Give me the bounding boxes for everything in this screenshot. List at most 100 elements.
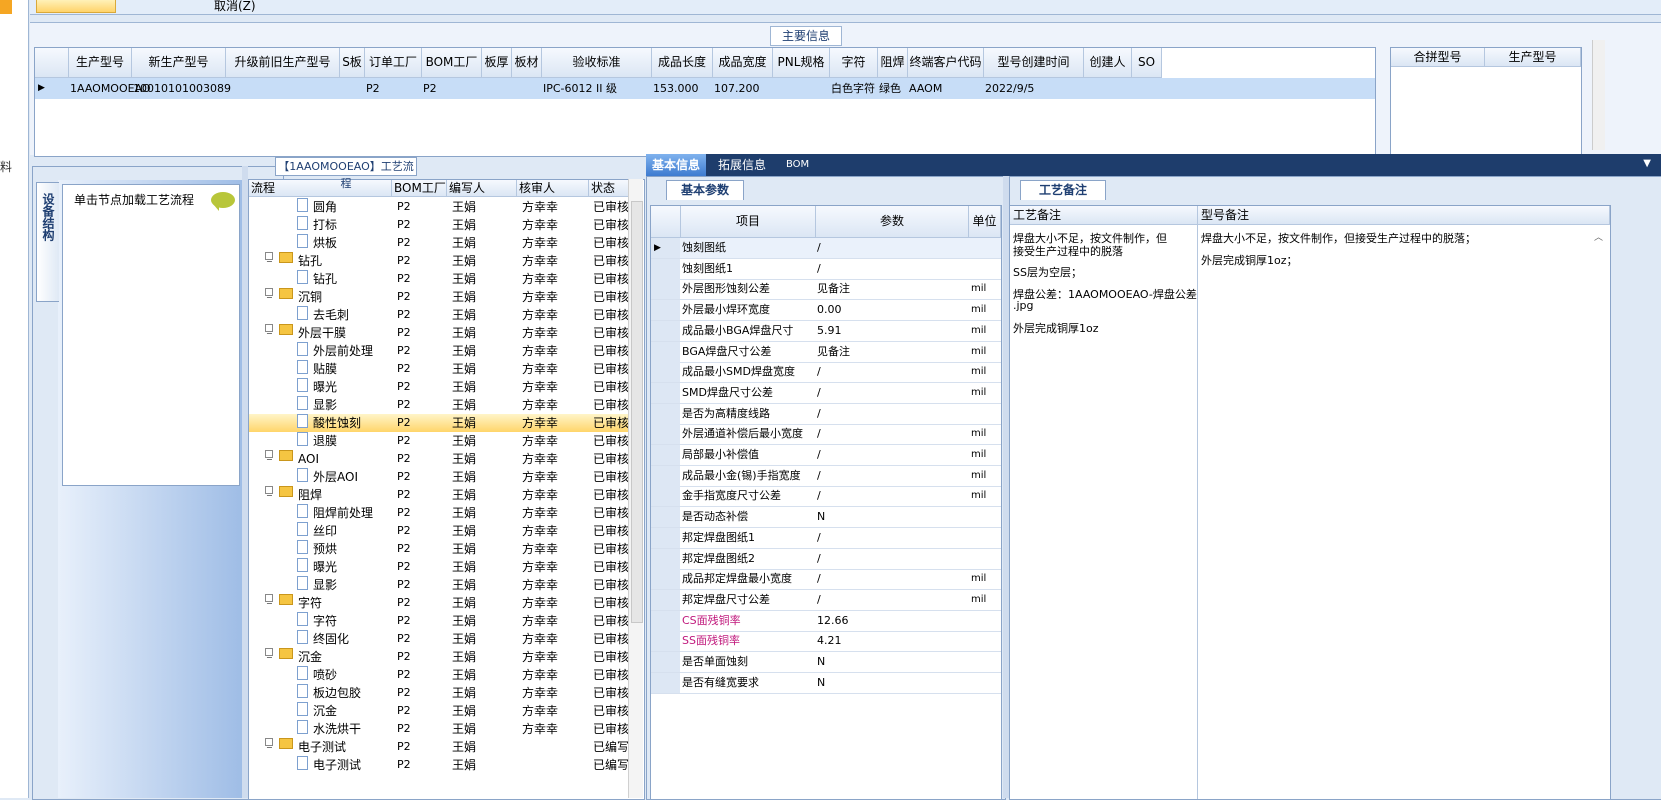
tree-node[interactable]: 曝光 P2 王娟 方幸幸 已审核 [249, 378, 634, 396]
param-row[interactable]: 外层最小焊环宽度 0.00 mil [651, 300, 1001, 322]
param-row[interactable]: ▶ 蚀刻图纸 / [651, 238, 1001, 259]
tab-2[interactable]: BOM [780, 154, 815, 176]
param-row[interactable]: 成品最小金(锡)手指宽度 / mil [651, 465, 1001, 487]
notes-column-header[interactable]: 工艺备注 [1010, 206, 1198, 225]
column-header[interactable]: 字符 [830, 48, 878, 78]
column-header[interactable]: 终端客户代码 [908, 48, 984, 78]
tree-node[interactable]: 预烘 P2 王娟 方幸幸 已审核 [249, 540, 634, 558]
tree-node[interactable]: 钻孔 P2 王娟 方幸幸 已审核 [249, 270, 634, 288]
param-row[interactable]: 是否单面蚀刻 N [651, 652, 1001, 673]
column-header[interactable]: 新生产型号 [132, 48, 226, 78]
basic-params-grid[interactable]: 项目 参数 单位 ▶ 蚀刻图纸 / 蚀刻图纸1/外层图形蚀刻公差 见备注 mil 外层最小焊环宽度… [650, 205, 1002, 800]
column-header[interactable]: 生产型号 [1485, 48, 1581, 67]
tree-column-header[interactable]: 核审人 [517, 180, 589, 197]
merge-model-grid[interactable]: 合拼型号 生产型号 [1390, 47, 1582, 157]
param-row[interactable]: 外层通道补偿后最小宽度 / mil [651, 424, 1001, 446]
tree-node[interactable]: 烘板 P2 王娟 方幸幸 已审核 [249, 234, 634, 252]
tree-column-header[interactable]: 编写人 [447, 180, 517, 197]
tree-node[interactable]: 打标 P2 王娟 方幸幸 已审核 [249, 216, 634, 234]
process-tree-scrollbar[interactable] [628, 179, 643, 798]
tree-node[interactable]: − 阻焊 P2 王娟 方幸幸 已审核 [249, 486, 634, 504]
tree-node[interactable]: 板边包胶 P2 王娟 方幸幸 已审核 [249, 684, 634, 702]
param-column-header[interactable]: 单位 [969, 206, 1001, 238]
left-strip-marker[interactable] [0, 0, 12, 14]
column-header[interactable]: BOM工厂 [422, 48, 482, 78]
tree-node[interactable]: 外层前处理 P2 王娟 方幸幸 已审核 [249, 342, 634, 360]
tree-node[interactable]: 圆角 P2 王娟 方幸幸 已审核 [249, 198, 634, 216]
column-header[interactable]: 验收标准 [542, 48, 652, 78]
param-row[interactable]: 是否有缝宽要求 N [651, 672, 1001, 694]
equipment-structure-tab[interactable]: 设备结构 [36, 182, 59, 302]
tree-node[interactable]: 去毛刺 P2 王娟 方幸幸 已审核 [249, 306, 634, 324]
chevron-up-icon[interactable]: ︿ [1594, 230, 1603, 243]
param-row[interactable]: 成品邦定焊盘最小宽度 / mil [651, 569, 1001, 591]
tree-node[interactable]: − 沉铜 P2 王娟 方幸幸 已审核 [249, 288, 634, 306]
param-row[interactable]: 邦定焊盘尺寸公差 / mil [651, 589, 1001, 611]
expand-toggle-icon[interactable]: − [265, 648, 273, 662]
tree-node[interactable]: 贴膜 P2 王娟 方幸幸 已审核 [249, 360, 634, 378]
tree-node[interactable]: 酸性蚀刻 P2 王娟 方幸幸 已审核 [249, 414, 634, 432]
column-header[interactable]: PNL规格 [773, 48, 830, 78]
param-row[interactable]: 邦定焊盘图纸1 / [651, 527, 1001, 549]
tree-node[interactable]: 喷砂 P2 王娟 方幸幸 已审核 [249, 666, 634, 684]
tree-node[interactable]: 沉金 P2 王娟 方幸幸 已审核 [249, 702, 634, 720]
tree-node[interactable]: − 字符 P2 王娟 方幸幸 已审核 [249, 594, 634, 612]
tree-node[interactable]: 退膜 P2 王娟 方幸幸 已审核 [249, 432, 634, 450]
toolbar-button[interactable] [36, 0, 116, 13]
param-row[interactable]: SS面残铜率 4.21 [651, 631, 1001, 653]
param-row[interactable]: BGA焊盘尺寸公差 见备注 mil [651, 341, 1001, 363]
expand-toggle-icon[interactable]: − [265, 594, 273, 608]
param-row[interactable]: 局部最小补偿值 / mil [651, 445, 1001, 466]
column-header[interactable]: 板厚 [482, 48, 512, 78]
expand-toggle-icon[interactable]: − [265, 738, 273, 752]
tree-node[interactable]: 显影 P2 王娟 方幸幸 已审核 [249, 576, 634, 594]
expand-toggle-icon[interactable]: − [265, 252, 273, 266]
column-header[interactable]: 板材 [512, 48, 542, 78]
tree-node[interactable]: 曝光 P2 王娟 方幸幸 已审核 [249, 558, 634, 576]
param-row[interactable]: SMD焊盘尺寸公差 / mil [651, 382, 1001, 404]
param-column-header[interactable]: 参数 [816, 206, 969, 238]
tab-0[interactable]: 基本信息 [646, 154, 707, 176]
tree-node[interactable]: 阻焊前处理 P2 王娟 方幸幸 已审核 [249, 504, 634, 522]
tree-node[interactable]: 电子测试 P2 王娟 已编写 [249, 756, 634, 774]
process-notes-grid[interactable]: 工艺备注 型号备注 焊盘大小不足，按文件制作，但 接受生产过程中的脱落 SS层为空层；焊… [1009, 205, 1611, 800]
tree-node[interactable]: − 钻孔 P2 王娟 方幸幸 已审核 [249, 252, 634, 270]
column-header[interactable]: 阻焊 [878, 48, 908, 78]
equipment-list[interactable] [62, 184, 240, 486]
tree-node[interactable]: − 外层干膜 P2 王娟 方幸幸 已审核 [249, 324, 634, 342]
param-row[interactable]: 外层图形蚀刻公差 见备注 mil [651, 279, 1001, 301]
main-info-scrollbar[interactable] [1592, 40, 1605, 150]
tree-node[interactable]: 丝印 P2 王娟 方幸幸 已审核 [249, 522, 634, 540]
tree-node[interactable]: 显影 P2 王娟 方幸幸 已审核 [249, 396, 634, 414]
scrollbar-thumb[interactable] [631, 201, 643, 623]
tree-node[interactable]: − 电子测试 P2 王娟 已编写 [249, 738, 634, 756]
column-header[interactable]: 成品长度 [652, 48, 713, 78]
main-info-grid[interactable]: ▶ 生产型号 1AAOMOOEAO 新生产型号 10010101003089 升级前旧生产… [34, 47, 1376, 157]
tree-node[interactable]: 字符 P2 王娟 方幸幸 已审核 [249, 612, 634, 630]
param-row[interactable]: 成品最小BGA焊盘尺寸 5.91 mil [651, 320, 1001, 342]
tree-node[interactable]: 水洗烘干 P2 王娟 方幸幸 已审核 [249, 720, 634, 738]
tree-column-header[interactable]: 流程 [249, 180, 392, 197]
param-row[interactable]: 蚀刻图纸1 / [651, 258, 1001, 280]
param-row[interactable]: 邦定焊盘图纸2 / [651, 548, 1001, 570]
tree-node[interactable]: − 沉金 P2 王娟 方幸幸 已审核 [249, 648, 634, 666]
tree-node[interactable]: − AOI P2 王娟 方幸幸 已审核 [249, 450, 634, 468]
param-row[interactable]: 是否动态补偿 N [651, 507, 1001, 529]
column-header[interactable]: 生产型号 [69, 48, 132, 78]
expand-toggle-icon[interactable]: − [265, 324, 273, 338]
cancel-button[interactable]: 取消(Z) [214, 0, 256, 14]
param-column-header[interactable]: 项目 [681, 206, 816, 238]
column-header[interactable]: S板 [340, 48, 365, 78]
comment-bubble-icon[interactable] [211, 192, 235, 211]
expand-toggle-icon[interactable]: − [265, 288, 273, 302]
column-header[interactable]: 订单工厂 [365, 48, 422, 78]
tab-1[interactable]: 拓展信息 [712, 154, 772, 176]
process-tree[interactable]: 流程 BOM工厂 编写人 核审人 状态 圆角 P2 王娟 方幸幸 已审核 打标 P2 王娟 方幸幸 已审核烘… [248, 179, 645, 800]
param-row[interactable]: 成品最小SMD焊盘宽度 / mil [651, 362, 1001, 384]
param-row[interactable]: 是否为高精度线路 / [651, 403, 1001, 425]
tree-column-header[interactable]: BOM工厂 [392, 180, 447, 197]
column-header[interactable]: 型号创建时间 [984, 48, 1084, 78]
column-header[interactable]: SO [1132, 48, 1162, 78]
tree-node[interactable]: 终固化 P2 王娟 方幸幸 已审核 [249, 630, 634, 648]
expand-toggle-icon[interactable]: − [265, 486, 273, 500]
